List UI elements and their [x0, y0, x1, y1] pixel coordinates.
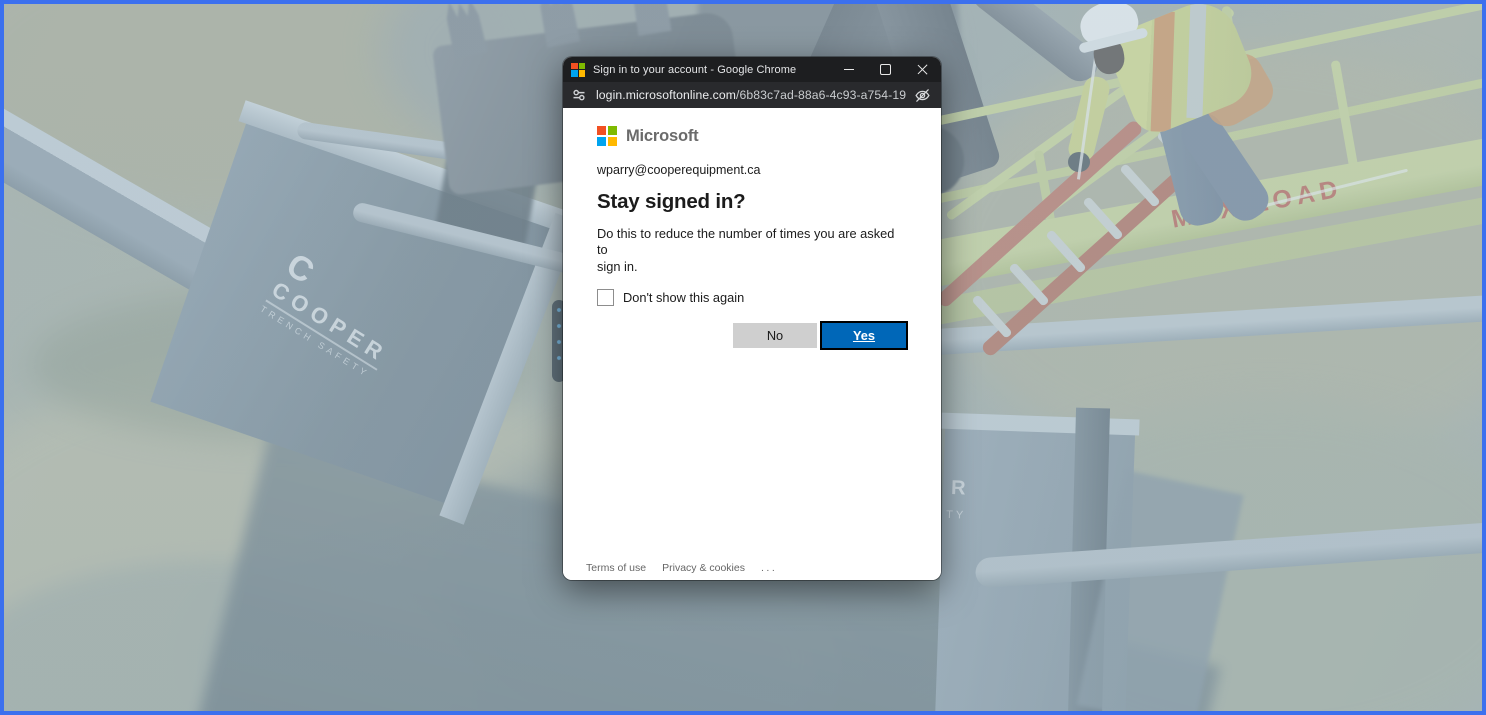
url-path: /6b83c7ad-88a6-4c93-a754-1905ae6... [736, 88, 906, 102]
dialog-footer: Terms of use Privacy & cookies ... [586, 562, 777, 574]
address-bar[interactable]: login.microsoftonline.com/6b83c7ad-88a6-… [563, 82, 941, 108]
checkbox-label[interactable]: Don't show this again [623, 290, 744, 305]
window-title-bar[interactable]: Sign in to your account - Google Chrome [563, 57, 941, 82]
minimize-button[interactable] [830, 57, 867, 82]
microsoft-wordmark: Microsoft [626, 127, 698, 146]
cooper-partial-text: TY [946, 509, 966, 522]
close-icon [917, 64, 928, 75]
user-email: wparry@cooperequipment.ca [597, 163, 908, 177]
description-line: sign in. [597, 259, 908, 275]
maximize-button[interactable] [867, 57, 904, 82]
no-button[interactable]: No [733, 323, 817, 348]
dont-show-checkbox[interactable] [597, 289, 614, 306]
yes-button[interactable]: Yes [820, 321, 908, 350]
chrome-popup-window: Sign in to your account - Google Chrome … [563, 57, 941, 580]
microsoft-brand: Microsoft [597, 126, 908, 146]
description-line: Do this to reduce the number of times yo… [597, 226, 908, 259]
microsoft-logo-icon [597, 126, 617, 146]
cooper-branding: C COOPER TRENCH SAFETY [258, 248, 410, 382]
microsoft-favicon-icon [571, 63, 585, 77]
maximize-icon [880, 64, 891, 75]
privacy-cookies-link[interactable]: Privacy & cookies [662, 562, 745, 574]
minimize-icon [844, 69, 854, 70]
dont-show-row: Don't show this again [597, 289, 908, 306]
dialog-buttons: No Yes [597, 321, 908, 350]
window-title: Sign in to your account - Google Chrome [593, 64, 830, 76]
url-text[interactable]: login.microsoftonline.com/6b83c7ad-88a6-… [596, 88, 906, 102]
site-settings-icon[interactable] [570, 87, 587, 104]
url-domain: login.microsoftonline.com [596, 88, 736, 102]
more-options-link[interactable]: ... [761, 562, 777, 574]
dialog-title: Stay signed in? [597, 190, 908, 214]
terms-of-use-link[interactable]: Terms of use [586, 562, 646, 574]
close-button[interactable] [904, 57, 941, 82]
signin-dialog: Microsoft wparry@cooperequipment.ca Stay… [563, 108, 941, 580]
cooper-partial-text: R [951, 477, 966, 500]
eye-off-icon[interactable] [914, 87, 931, 104]
dialog-description: Do this to reduce the number of times yo… [597, 226, 908, 275]
